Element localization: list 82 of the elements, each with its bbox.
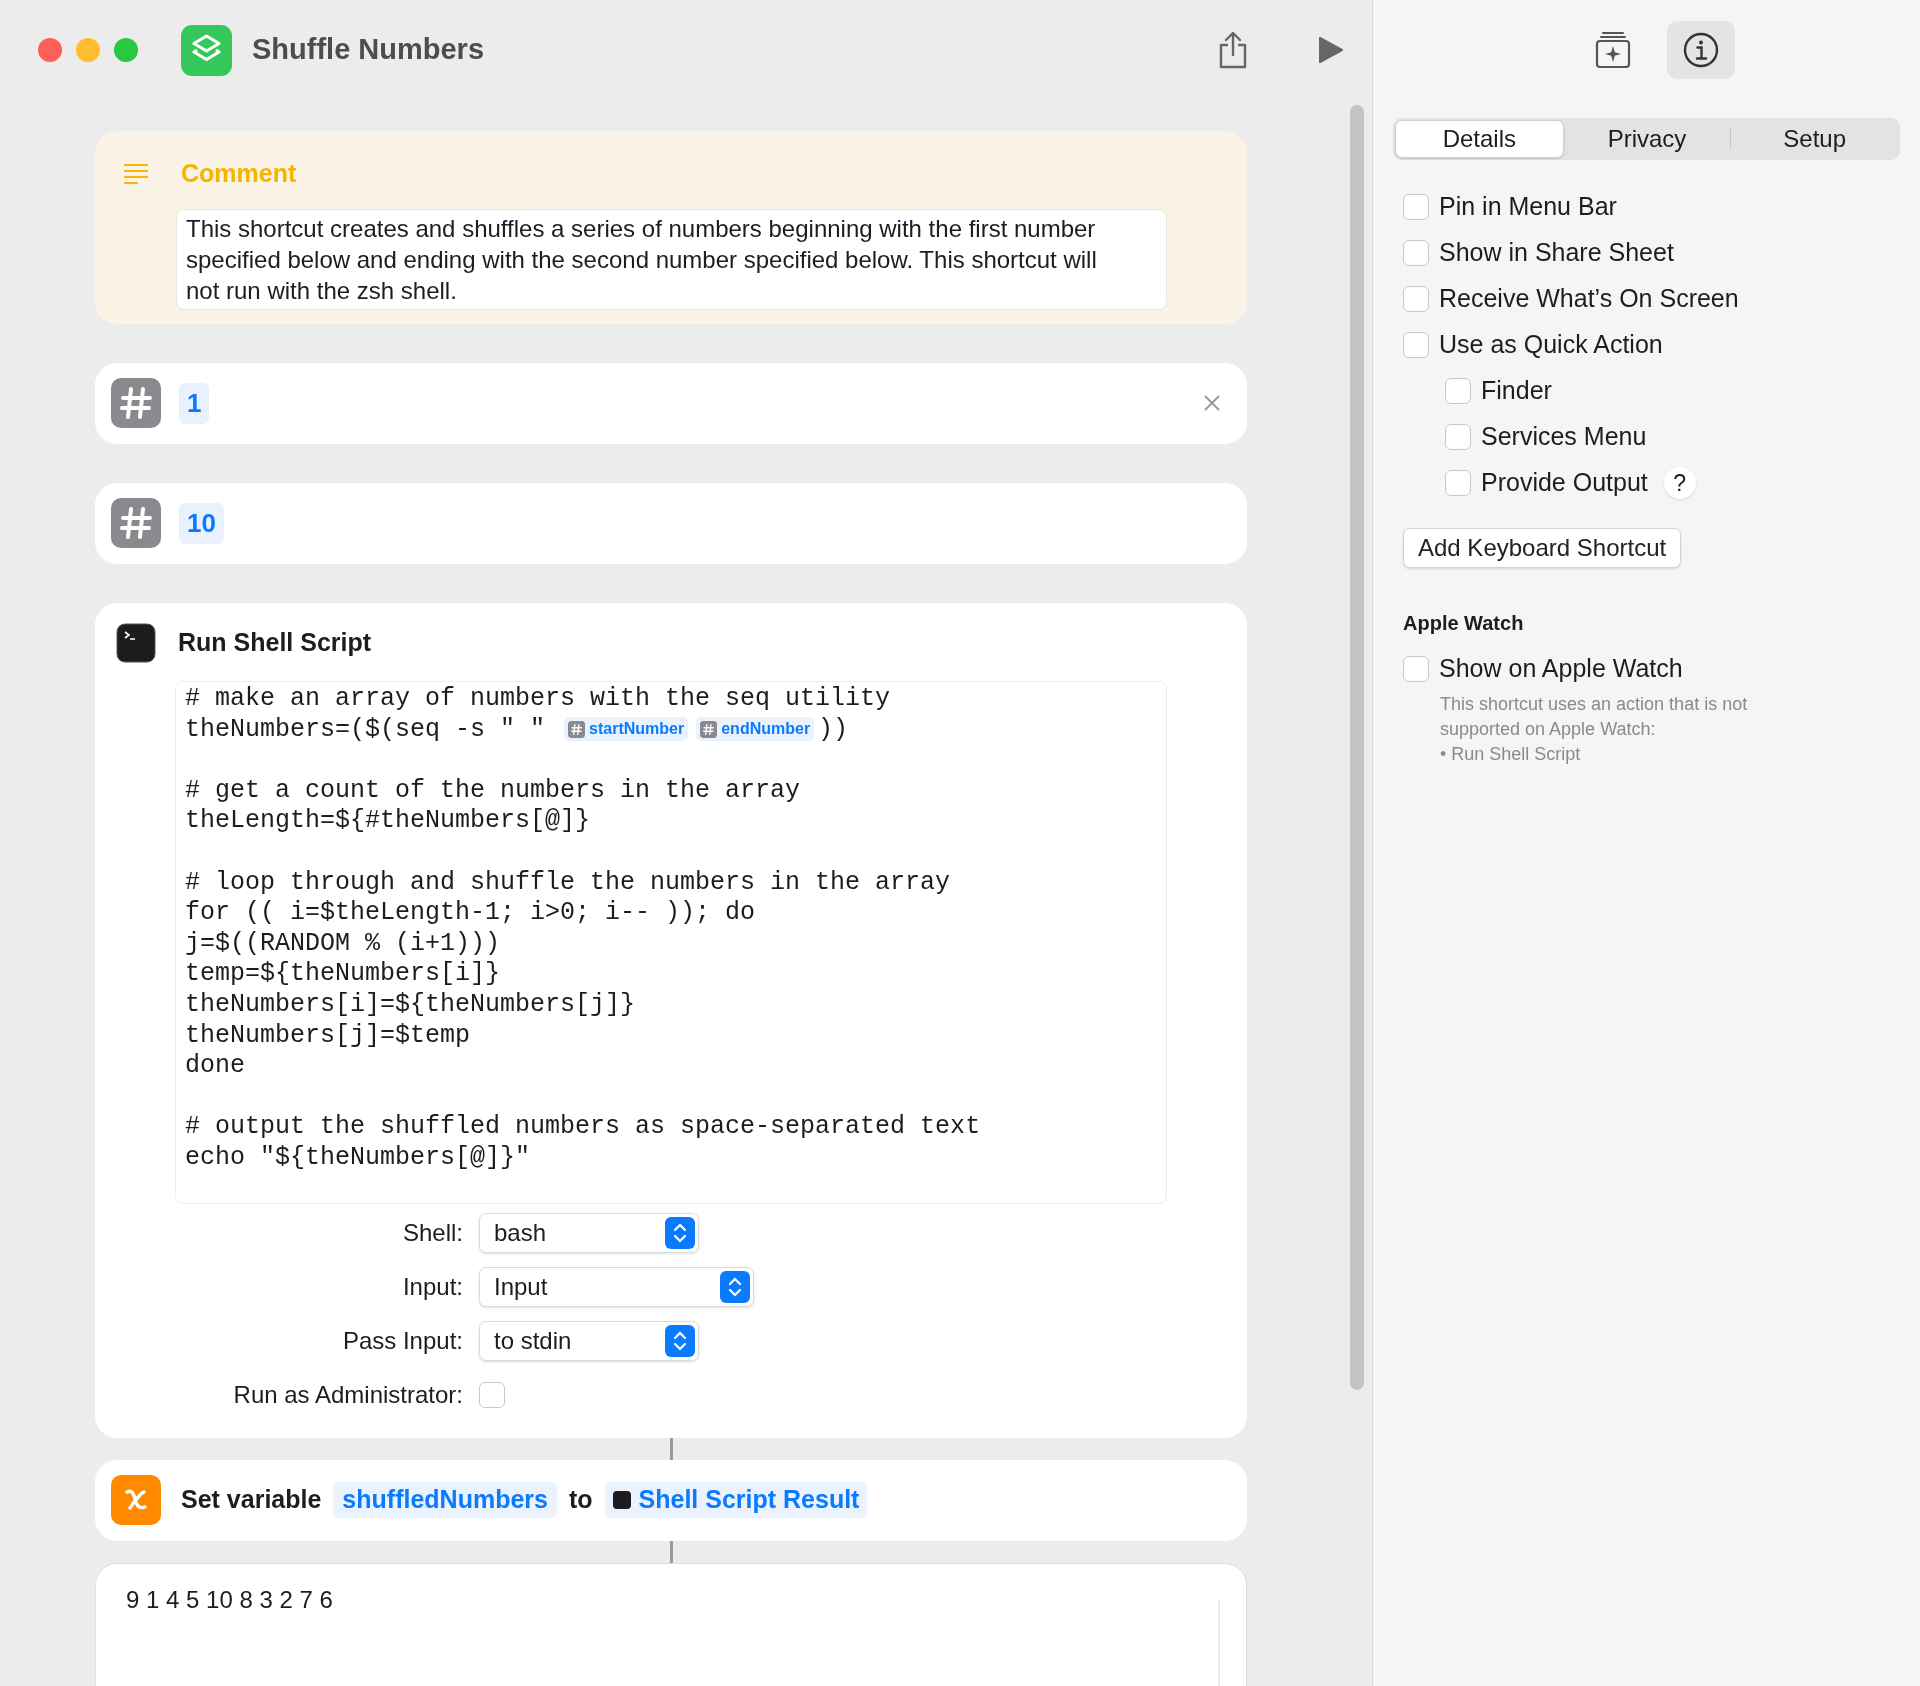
field-label: Shell:	[401, 1217, 463, 1248]
action-text: to	[568, 1484, 593, 1516]
close-icon[interactable]	[1203, 394, 1221, 412]
chevron-icon	[665, 1216, 695, 1249]
info-button[interactable]	[1666, 21, 1735, 79]
add-keyboard-shortcut-button[interactable]: Add Keyboard Shortcut	[1403, 528, 1682, 568]
field-label: Pass Input:	[341, 1325, 463, 1356]
minimize-button[interactable]	[76, 38, 100, 62]
info-icon	[1682, 32, 1719, 68]
help-button[interactable]: ?	[1663, 467, 1696, 499]
code-text: theNumbers=($(seq -s " "	[185, 713, 547, 746]
result-token[interactable]: Shell Script Result	[604, 1482, 868, 1518]
code-text: # get a count of the numbers in the array	[185, 774, 801, 807]
library-icon[interactable]	[1594, 31, 1631, 69]
chevron-icon	[720, 1270, 750, 1303]
share-icon[interactable]	[1218, 31, 1248, 69]
code-editor[interactable]	[175, 680, 1167, 1204]
chevron-icon	[665, 1324, 695, 1357]
code-text: # output the shuffled numbers as space-separated text	[185, 1111, 981, 1144]
action-text: Set variable	[181, 1484, 322, 1516]
scrollbar-thumb[interactable]	[1350, 105, 1364, 1390]
checkbox[interactable]	[1445, 424, 1471, 450]
note-text: This shortcut uses an action that is not supported on Apple Watch:	[1440, 693, 1749, 741]
variable-token[interactable]: endNumber	[696, 717, 815, 742]
dropdown[interactable]: to stdin	[479, 1320, 699, 1361]
checkbox[interactable]	[1445, 378, 1471, 404]
option-label: Finder	[1481, 375, 1552, 407]
option-label: Provide Output	[1481, 467, 1648, 499]
checkbox[interactable]	[1403, 656, 1429, 682]
section-heading: Apple Watch	[1403, 611, 1525, 636]
code-text: echo "${theNumbers[@]}"	[185, 1141, 531, 1174]
checkbox[interactable]	[1403, 286, 1429, 312]
action-title: Run Shell Script	[178, 626, 372, 658]
zoom-button[interactable]	[114, 38, 138, 62]
variable-token[interactable]: startNumber	[564, 717, 689, 742]
dropdown[interactable]: bash	[479, 1212, 699, 1253]
output-text: 9 1 4 5 10 8 3 2 7 6	[126, 1584, 334, 1615]
option-label: Pin in Menu Bar	[1439, 191, 1617, 223]
tab[interactable]: Setup	[1731, 120, 1898, 158]
close-button[interactable]	[38, 38, 62, 62]
field-label: Run as Administrator:	[232, 1379, 463, 1410]
option-label: Use as Quick Action	[1439, 329, 1663, 361]
hash-icon	[700, 720, 718, 738]
variable-name[interactable]: shuffledNumbers	[333, 1482, 557, 1518]
tab[interactable]: Privacy	[1563, 120, 1731, 158]
terminal-icon	[612, 1491, 631, 1509]
dropdown[interactable]: Input	[479, 1266, 754, 1307]
note-text: • Run Shell Script	[1440, 743, 1582, 766]
number-value[interactable]: 10	[179, 502, 224, 544]
hash-icon	[568, 720, 586, 738]
hash-icon	[111, 498, 161, 548]
option-label: Show in Share Sheet	[1439, 237, 1674, 269]
play-icon[interactable]	[1318, 36, 1344, 64]
code-text: theNumbers[j]=$temp	[185, 1019, 471, 1052]
text-lines-icon	[123, 161, 149, 186]
checkbox[interactable]	[479, 1381, 505, 1408]
code-text: ))	[818, 713, 849, 746]
code-text: done	[185, 1050, 245, 1083]
tab[interactable]: Details	[1395, 120, 1564, 158]
code-text: temp=${theNumbers[i]}	[185, 958, 501, 991]
number-value[interactable]: 1	[179, 382, 210, 424]
comment-title: Comment	[181, 158, 297, 189]
app-icon	[181, 24, 232, 76]
checkbox[interactable]	[1403, 194, 1429, 220]
code-text: # loop through and shuffle the numbers in the array	[185, 866, 951, 899]
code-text: theNumbers[i]=${theNumbers[j]}	[185, 989, 636, 1021]
option-label: Show on Apple Watch	[1439, 653, 1683, 685]
option-label: Receive What’s On Screen	[1439, 283, 1739, 315]
code-text: j=$((RANDOM % (i+1)))	[185, 927, 501, 960]
checkbox[interactable]	[1403, 332, 1429, 358]
checkbox[interactable]	[1445, 470, 1471, 496]
code-text: # make an array of numbers with the seq utility	[185, 683, 891, 716]
checkbox[interactable]	[1403, 240, 1429, 266]
option-label: Services Menu	[1481, 421, 1647, 453]
terminal-icon	[116, 622, 156, 663]
window-title: Shuffle Numbers	[252, 32, 485, 68]
hash-icon	[111, 378, 161, 428]
code-text: for (( i=$theLength-1; i>0; i-- )); do	[185, 897, 756, 930]
field-label: Input:	[401, 1271, 463, 1302]
code-text: theLength=${#theNumbers[@]}	[185, 805, 591, 838]
variable-icon	[111, 1475, 161, 1525]
comment-text[interactable]: This shortcut creates and shuffles a series of numbers beginning with the first number specified below and ending with the second number specified below. This shortcut will not run with the zsh shell.	[176, 208, 1167, 310]
